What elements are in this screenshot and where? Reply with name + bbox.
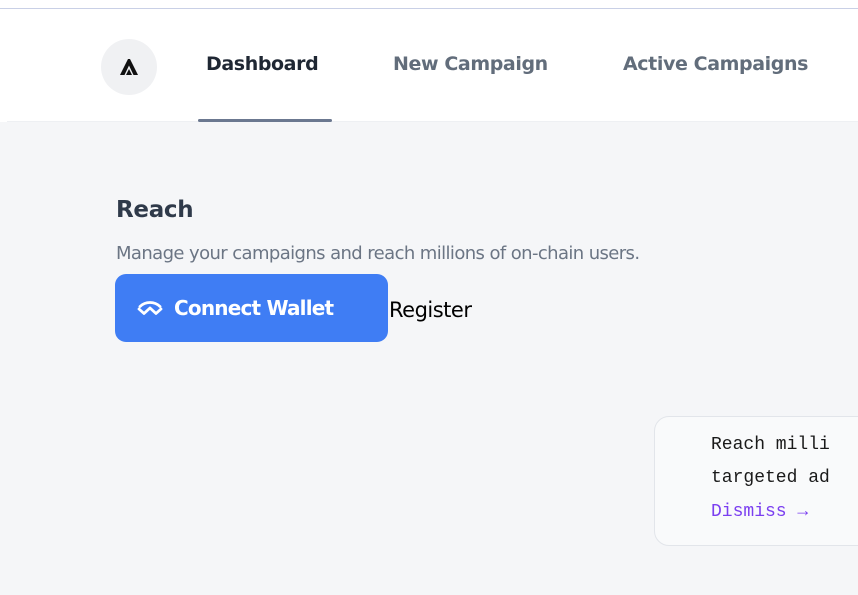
banner-clip: Reach milli targeted ad Dismiss → [0, 0, 858, 595]
banner-dismiss-link[interactable]: Dismiss → [711, 502, 808, 522]
promo-banner: Reach milli targeted ad Dismiss → [654, 416, 858, 546]
banner-text-line-1: Reach milli [711, 435, 830, 455]
banner-text-line-2: targeted ad [711, 468, 830, 488]
